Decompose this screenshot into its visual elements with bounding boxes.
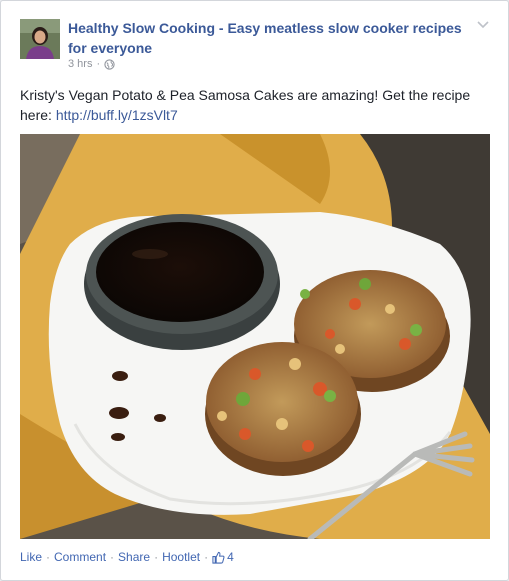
- avatar-image: [20, 19, 60, 59]
- post-card: Healthy Slow Cooking - Easy meatless slo…: [0, 0, 509, 581]
- comment-link[interactable]: Comment: [54, 550, 106, 564]
- action-separator: ·: [154, 550, 159, 564]
- page-avatar[interactable]: [20, 19, 60, 59]
- post-link[interactable]: http://buff.ly/1zsVlt7: [56, 107, 178, 123]
- post-meta: 3 hrs ·: [68, 58, 115, 70]
- meta-separator: ·: [96, 58, 101, 70]
- like-count[interactable]: 4: [212, 550, 234, 564]
- page-name-link[interactable]: Healthy Slow Cooking - Easy meatless slo…: [68, 18, 468, 58]
- hootlet-link[interactable]: Hootlet: [162, 550, 200, 564]
- like-count-number: 4: [227, 550, 234, 564]
- post-text: Kristy's Vegan Potato & Pea Samosa Cakes…: [20, 85, 490, 125]
- share-link[interactable]: Share: [118, 550, 150, 564]
- action-separator: ·: [204, 550, 209, 564]
- food-photo-image: [20, 134, 490, 539]
- action-separator: ·: [110, 550, 115, 564]
- thumbs-up-icon: [212, 551, 225, 564]
- post-photo[interactable]: [20, 134, 490, 539]
- like-link[interactable]: Like: [20, 550, 42, 564]
- post-actions: Like · Comment · Share · Hootlet · 4: [20, 550, 234, 564]
- chevron-down-icon[interactable]: [476, 17, 490, 31]
- globe-icon: [104, 58, 115, 70]
- action-separator: ·: [46, 550, 51, 564]
- post-timestamp[interactable]: 3 hrs: [68, 58, 92, 70]
